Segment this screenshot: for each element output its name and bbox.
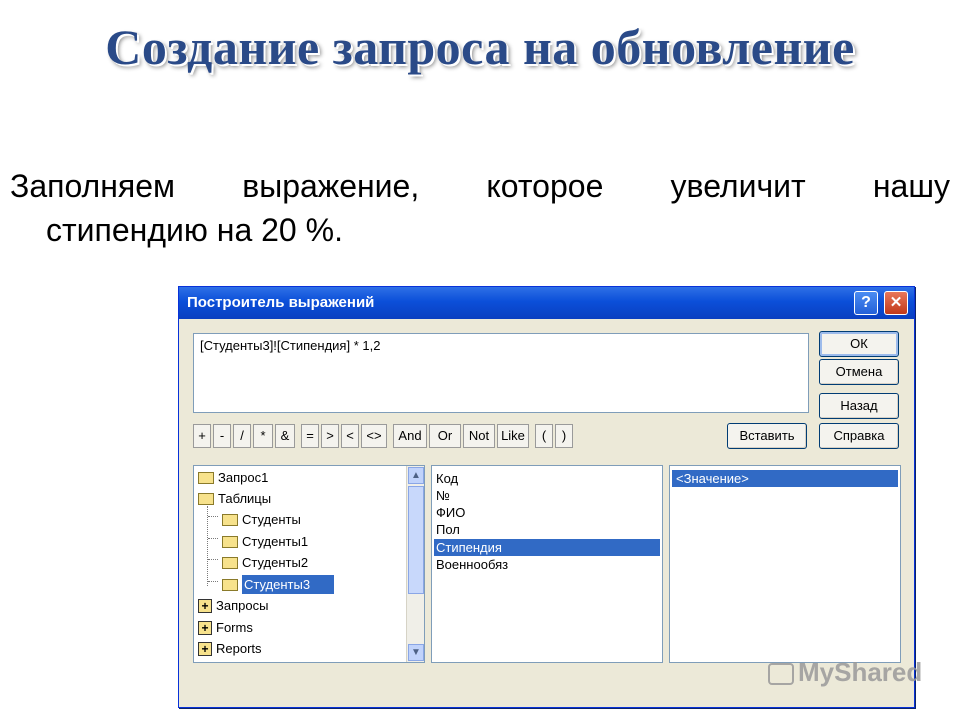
operator-not-button[interactable]: Not [463, 424, 495, 448]
list-item-selected[interactable]: Стипендия [434, 539, 660, 556]
tree-item-students2[interactable]: Студенты2 [222, 553, 308, 573]
operator-toolbar: + - / * & = > < <> And Or Not Like ( ) [193, 424, 575, 448]
slide-text-line1: Заполняем выражение, которое увеличит на… [10, 168, 950, 204]
scroll-down-icon[interactable]: ▼ [408, 644, 424, 661]
back-button[interactable]: Назад [819, 393, 899, 419]
list-item[interactable]: Военнообяз [436, 556, 508, 573]
folder-icon [198, 471, 214, 484]
tree-item-label: Студенты3 [242, 575, 335, 594]
help-button[interactable]: Справка [819, 423, 899, 449]
object-tree-panel[interactable]: Запрос1 Таблицы Студенты Студенты1 Студе… [193, 465, 425, 663]
cancel-button[interactable]: Отмена [819, 359, 899, 385]
operator-greater-button[interactable]: > [321, 424, 339, 448]
insert-button[interactable]: Вставить [727, 423, 807, 449]
operator-concat-button[interactable]: & [275, 424, 295, 448]
operator-close-paren-button[interactable]: ) [555, 424, 573, 448]
tree-item-queries[interactable]: + Запросы [198, 596, 268, 616]
list-item[interactable]: Пол [436, 521, 460, 538]
list-item-selected[interactable]: <Значение> [672, 470, 898, 487]
tree-item-students[interactable]: Студенты [222, 510, 301, 530]
folder-icon [222, 535, 238, 548]
operator-and-button[interactable]: And [393, 424, 427, 448]
watermark: MyShared [768, 657, 922, 688]
tree-item-tables[interactable]: Таблицы [198, 489, 271, 509]
tree-item-label: Студенты1 [242, 534, 309, 549]
values-list-panel[interactable]: <Значение> [669, 465, 901, 663]
watermark-text: MyShared [798, 657, 923, 687]
close-icon[interactable]: ✕ [884, 291, 908, 315]
folder-open-icon [222, 578, 238, 591]
operator-open-paren-button[interactable]: ( [535, 424, 553, 448]
list-item[interactable]: ФИО [436, 504, 465, 521]
tree-item-query1[interactable]: Запрос1 [198, 468, 268, 488]
folder-icon [222, 513, 238, 526]
tree-item-forms[interactable]: + Forms [198, 618, 253, 638]
operator-notequal-button[interactable]: <> [361, 424, 387, 448]
tree-scrollbar[interactable]: ▲ ▼ [406, 466, 424, 662]
scroll-up-icon[interactable]: ▲ [408, 467, 424, 484]
dialog-titlebar[interactable]: Построитель выражений ? ✕ [179, 287, 914, 319]
tree-item-label: Запросы [216, 598, 269, 613]
operator-less-button[interactable]: < [341, 424, 359, 448]
tree-item-students1[interactable]: Студенты1 [222, 532, 308, 552]
tree-item-label: Запрос1 [218, 470, 269, 485]
expression-input[interactable]: [Студенты3]![Стипендия] * 1,2 [193, 333, 809, 413]
operator-like-button[interactable]: Like [497, 424, 529, 448]
slide-title: Создание запроса на обновление [105, 19, 855, 75]
operator-plus-button[interactable]: + [193, 424, 211, 448]
tree-item-students3[interactable]: Студенты3 [222, 575, 335, 595]
watermark-logo-icon [768, 663, 794, 686]
expression-builder-dialog: Построитель выражений ? ✕ [Студенты3]![С… [178, 286, 915, 708]
tree-item-reports[interactable]: + Reports [198, 639, 262, 659]
slide-text-line2: стипендию на 20 %. [46, 212, 343, 248]
ok-button[interactable]: ОК [819, 331, 899, 357]
folder-open-icon [198, 492, 214, 505]
tree-item-label: Forms [216, 620, 253, 635]
fields-list-panel[interactable]: Код № ФИО Пол Стипендия Военнообяз [431, 465, 663, 663]
operator-divide-button[interactable]: / [233, 424, 251, 448]
scroll-thumb[interactable] [408, 486, 424, 594]
help-icon[interactable]: ? [854, 291, 878, 315]
plus-folder-icon: + [198, 598, 212, 613]
tree-item-label: Таблицы [218, 491, 272, 506]
tree-item-label: Reports [216, 641, 262, 656]
operator-minus-button[interactable]: - [213, 424, 231, 448]
operator-equals-button[interactable]: = [301, 424, 319, 448]
plus-folder-icon: + [198, 620, 212, 635]
plus-folder-icon: + [198, 641, 212, 656]
operator-or-button[interactable]: Or [429, 424, 461, 448]
list-item[interactable]: № [436, 487, 450, 504]
dialog-title: Построитель выражений [187, 294, 375, 311]
operator-multiply-button[interactable]: * [253, 424, 273, 448]
list-item[interactable]: Код [436, 470, 458, 487]
slide-text: Заполняем выражение, которое увеличит на… [10, 164, 950, 252]
tree-item-label: Студенты [242, 512, 301, 527]
folder-icon [222, 556, 238, 569]
tree-item-label: Студенты2 [242, 555, 309, 570]
